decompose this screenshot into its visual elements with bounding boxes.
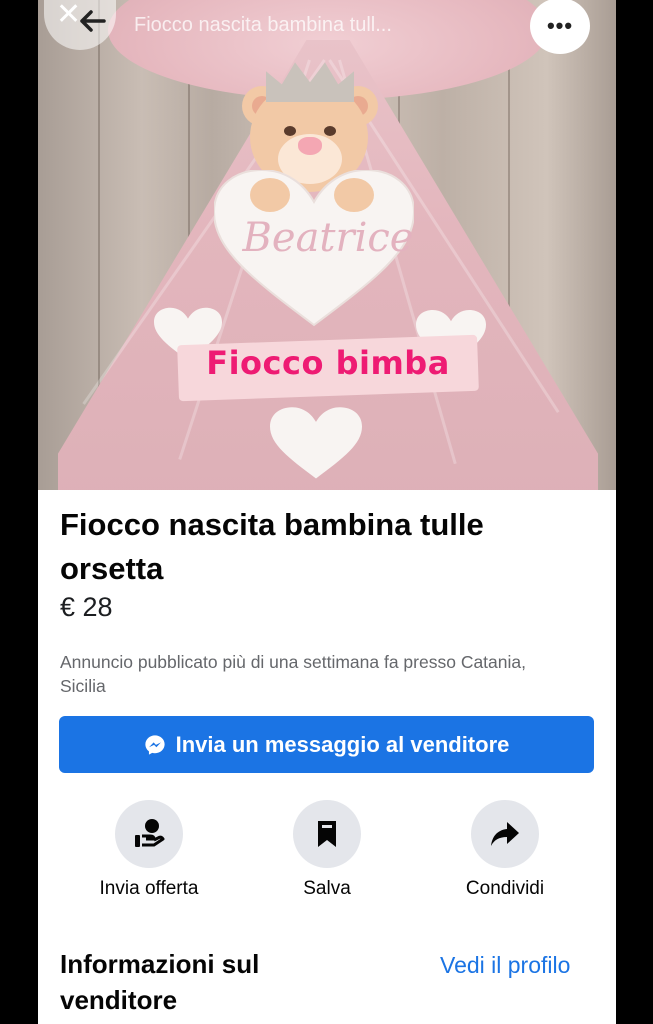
more-options-icon: ••• [546,13,574,38]
message-seller-button[interactable]: Invia un messaggio al venditore [59,716,594,773]
make-offer-action[interactable]: Invia offerta [59,800,239,900]
small-heart [270,404,362,484]
embroidered-name: Beatrice [242,215,414,261]
share-action[interactable]: Condividi [415,800,595,900]
back-button[interactable]: ✕ [44,0,116,50]
overlay-listing-title: Fiocco nascita bambina tull... [134,14,392,36]
view-profile-link[interactable]: Vedi il profilo [440,952,570,979]
listing-price: € 28 [60,592,113,622]
save-label: Salva [303,878,351,899]
make-offer-button[interactable] [115,800,183,868]
more-options-button[interactable]: ••• [530,0,590,54]
save-action[interactable]: Salva [237,800,417,900]
listing-meta: Annuncio pubblicato più di una settimana… [60,652,526,696]
bear-paw [250,178,290,212]
bear-nose [298,137,322,155]
save-button[interactable] [293,800,361,868]
seller-info-heading: Informazioni sul venditore [60,949,260,1015]
share-button[interactable] [471,800,539,868]
make-offer-label: Invia offerta [99,878,199,899]
back-arrow-icon[interactable] [80,10,106,37]
product-photo[interactable]: Beatrice Fiocco bimba Fiocco nascita bam… [38,0,616,490]
bear-eye [324,126,336,136]
listing-title: Fiocco nascita bambina tulle orsetta [60,507,484,586]
messenger-icon [144,734,165,755]
caption-banner-text: Fiocco bimba [206,344,450,382]
marketplace-listing-screen: Beatrice Fiocco bimba Fiocco nascita bam… [38,0,616,1024]
share-arrow-icon [491,822,519,846]
bear-paw [334,178,374,212]
message-seller-label: Invia un messaggio al venditore [175,731,510,757]
offer-hand-icon [135,819,165,847]
close-icon[interactable]: ✕ [56,0,81,30]
share-label: Condividi [465,878,545,899]
bookmark-icon [318,821,336,847]
bear-eye [284,126,296,136]
